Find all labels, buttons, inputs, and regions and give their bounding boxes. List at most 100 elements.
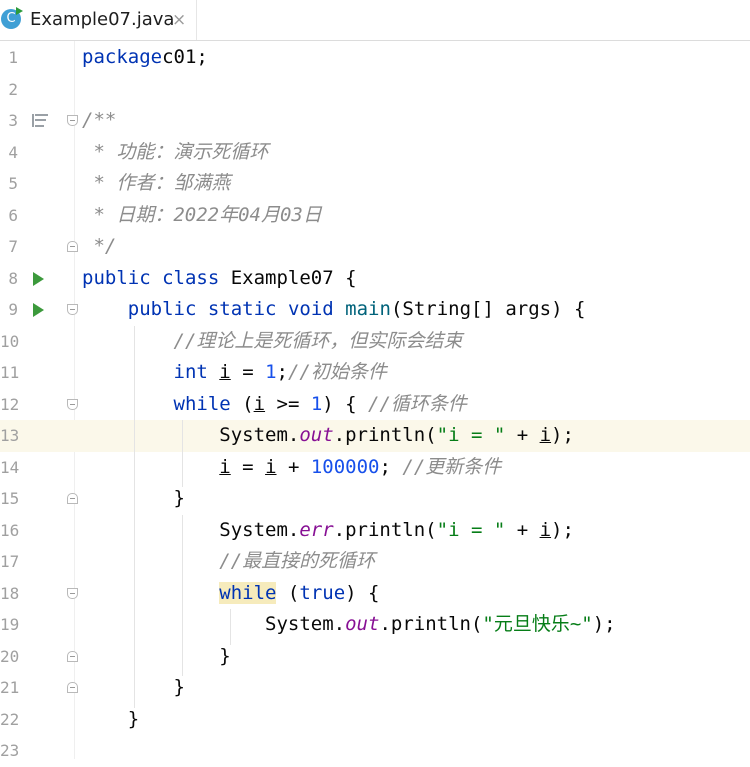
code-token: 100000: [310, 455, 380, 478]
code-token: c01;: [162, 46, 208, 68]
code-line[interactable]: 13 System.out.println("i = " + i);: [0, 420, 750, 452]
fold-toggle-icon[interactable]: [67, 587, 78, 599]
code-line[interactable]: 3 /**: [0, 105, 750, 137]
code-line[interactable]: 15 }: [0, 483, 750, 515]
code-line[interactable]: 18 while (true) {: [0, 578, 750, 610]
code-token: static: [207, 298, 277, 320]
code-token: true: [299, 581, 346, 604]
code-line[interactable]: 12 while (i >= 1) { //循环条件: [0, 389, 750, 421]
code-editor[interactable]: 1 packagec01; 2 3/** 4 * 功能：演示死循环 5 * 作者：邹满燕 6…: [0, 41, 750, 760]
code-text: i = i + 100000; //更新条件: [82, 452, 501, 484]
code-token: class: [162, 266, 220, 289]
fold-toggle-icon[interactable]: [67, 115, 78, 126]
fold-toggle-icon[interactable]: [67, 493, 78, 504]
code-text: int i = 1;//初始条件: [82, 357, 387, 389]
code-line[interactable]: 6 * 日期：2022年04月03日: [0, 200, 750, 232]
indent-guide: [230, 609, 231, 645]
code-line[interactable]: 8 public class Example07 {: [0, 263, 750, 295]
code-token: */: [82, 235, 117, 257]
code-line[interactable]: 20 }: [0, 641, 750, 673]
tab-title: Example07.java: [30, 9, 175, 30]
code-text: * 作者：邹满燕: [82, 168, 230, 200]
close-icon[interactable]: ×: [172, 9, 186, 31]
code-line[interactable]: 22 }: [0, 704, 750, 736]
code-token: while: [219, 581, 277, 604]
fold-toggle-icon[interactable]: [67, 241, 78, 252]
line-number: 10: [0, 331, 20, 351]
line-number: 4: [8, 142, 18, 162]
code-line[interactable]: 7 */: [0, 231, 750, 263]
code-line[interactable]: 5 * 作者：邹满燕: [0, 168, 750, 200]
code-token: =: [230, 455, 266, 478]
code-token: err: [299, 518, 334, 541]
code-line[interactable]: 11 int i = 1;//初始条件: [0, 357, 750, 389]
indent-guide: [182, 420, 183, 487]
code-token: +: [505, 424, 540, 446]
code-line[interactable]: 16 System.err.println("i = " + i);: [0, 515, 750, 547]
line-number: 20: [0, 646, 20, 666]
code-line[interactable]: 23: [0, 735, 750, 767]
code-text: //理论上是死循环，但实际会结束: [82, 326, 463, 358]
fold-toggle-icon[interactable]: [67, 398, 78, 410]
code-line[interactable]: 2: [0, 74, 750, 106]
line-number: 15: [0, 489, 20, 508]
code-token: //理论上是死循环，但实际会结束: [173, 329, 463, 352]
line-number: 17: [0, 552, 20, 571]
line-number: 18: [0, 583, 20, 603]
fold-toggle-icon[interactable]: [67, 682, 78, 693]
code-token: "i = ": [436, 424, 506, 446]
code-token: //初始条件: [287, 361, 387, 383]
code-line[interactable]: 9 public static void main(String[] args)…: [0, 294, 750, 326]
code-token: * 日期：2022年04月03日: [82, 203, 322, 226]
code-token: +: [276, 455, 311, 478]
code-text: */: [82, 231, 116, 263]
code-text: System.out.println("i = " + i);: [82, 420, 574, 452]
code-token: (String[] args) {: [390, 298, 586, 320]
code-line[interactable]: 19 System.out.println("元旦快乐~");: [0, 609, 750, 641]
code-token: +: [505, 518, 540, 541]
run-icon[interactable]: [33, 271, 44, 286]
line-number: 23: [0, 741, 20, 760]
code-text: * 功能：演示死循环: [82, 137, 268, 169]
code-line[interactable]: 14 i = i + 100000; //更新条件: [0, 452, 750, 484]
code-token: 1: [265, 361, 277, 383]
code-token: void: [287, 298, 334, 320]
code-token: (: [276, 581, 300, 604]
code-line[interactable]: 1 packagec01;: [0, 42, 750, 74]
code-token: i: [265, 455, 277, 478]
code-token: }: [82, 644, 231, 667]
line-number: 14: [0, 457, 20, 477]
code-token: );: [551, 424, 574, 446]
code-line[interactable]: 4 * 功能：演示死循环: [0, 137, 750, 169]
fold-toggle-icon[interactable]: [67, 304, 78, 315]
code-token: .println(: [379, 613, 483, 635]
code-text: * 日期：2022年04月03日: [82, 200, 322, 232]
code-token: Example07 {: [219, 266, 357, 289]
code-token: System.: [82, 424, 300, 446]
code-token: System.: [82, 518, 300, 541]
java-class-icon: C: [1, 7, 23, 29]
line-number: 13: [0, 426, 20, 445]
code-line[interactable]: 17 //最直接的死循环: [0, 546, 750, 578]
line-number: 8: [8, 268, 18, 288]
fold-toggle-icon[interactable]: [67, 650, 78, 662]
code-token: "i = ": [436, 518, 506, 541]
tab-example07-java[interactable]: C Example07.java ×: [0, 0, 197, 40]
run-icon[interactable]: [33, 303, 44, 317]
code-line[interactable]: 21 }: [0, 672, 750, 704]
code-token: "元旦快乐~": [482, 613, 593, 635]
code-text: /**: [82, 105, 116, 137]
line-number: 9: [8, 300, 18, 319]
code-token: out: [299, 424, 334, 446]
code-token: ) {: [322, 392, 369, 415]
code-line[interactable]: 10 //理论上是死循环，但实际会结束: [0, 326, 750, 358]
line-number: 6: [8, 205, 18, 225]
code-token: =: [230, 361, 266, 383]
render-doc-icon[interactable]: [32, 114, 48, 127]
